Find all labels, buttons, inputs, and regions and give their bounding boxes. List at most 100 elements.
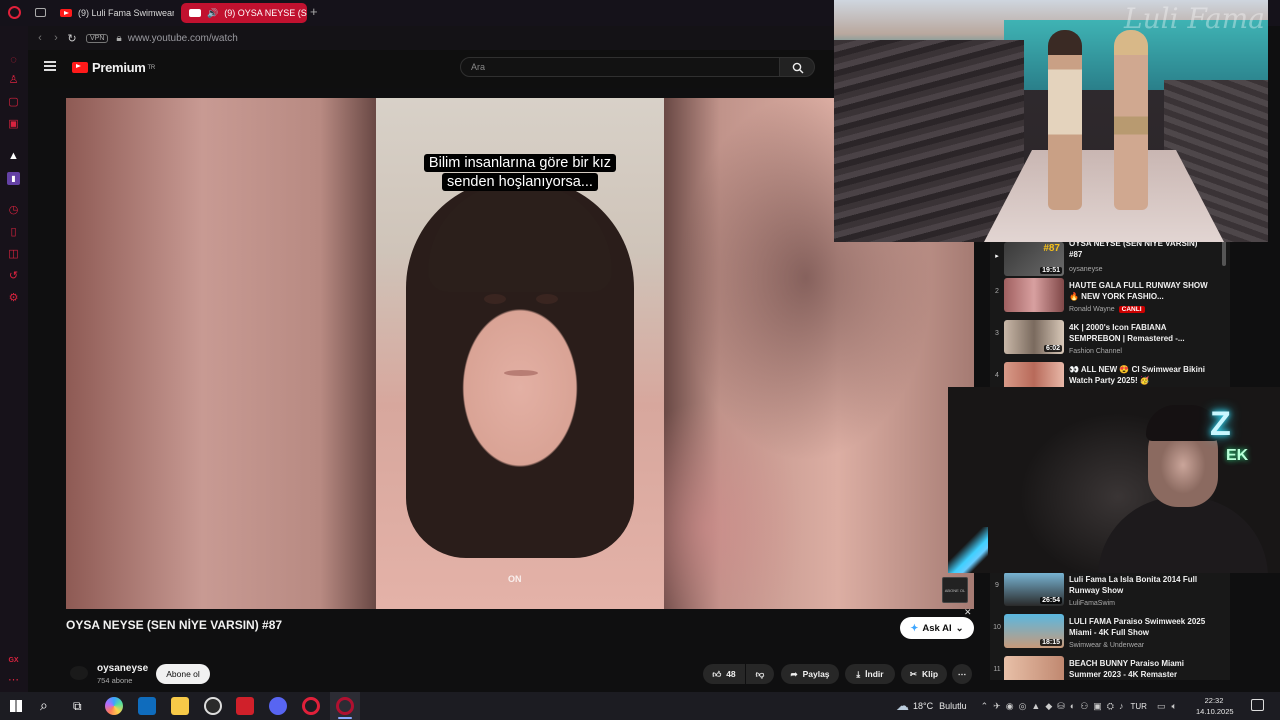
playlist-item-title: LULI FAMA Paraiso Swimweek 2025 Miami - … [1069, 617, 1206, 637]
tab-luli-fama[interactable]: (9) Luli Fama Swimwear F [52, 3, 174, 23]
video-editor-icon[interactable] [236, 697, 254, 715]
runway-video-overlay: Luli Fama [834, 0, 1268, 242]
weather-temp[interactable]: 18°C [913, 701, 933, 711]
gx-icon[interactable]: GX [7, 654, 20, 667]
playlist-scrollbar[interactable] [1222, 240, 1226, 266]
tab-label: (9) Luli Fama Swimwear F [78, 8, 174, 18]
search-icon[interactable]: ⌕ [40, 697, 48, 714]
messenger-icon[interactable]: ▢ [7, 96, 20, 109]
opera-gx-icon[interactable] [336, 697, 354, 715]
video-frame: Bilim insanlarına göre bir kız senden ho… [376, 98, 664, 609]
twitch-icon[interactable]: ▮ [7, 172, 20, 185]
opera-sidebar: ◌ ♙ ▢ ▣ ▲ ▮ ◷ ▯ ◫ ↺ ⚙ GX ⋯ [0, 26, 28, 692]
windows-start-icon[interactable] [10, 700, 22, 712]
ask-ai-button[interactable]: ✦ Ask AI ⌄ [900, 617, 974, 639]
subscribe-watermark[interactable]: ABONE OL [942, 577, 968, 603]
youtube-premium-logo[interactable]: Premium TR [72, 60, 155, 75]
workspaces-icon[interactable]: ♙ [7, 74, 20, 87]
subscribe-button[interactable]: Abone ol [156, 664, 210, 684]
search-input[interactable]: Ara [460, 57, 780, 77]
downloads-icon[interactable]: ↺ [7, 270, 20, 283]
bookmark-icon[interactable]: ▯ [7, 226, 20, 239]
url-text[interactable]: www.youtube.com/watch [128, 33, 238, 44]
webcam-overlay: Z EK [948, 387, 1280, 573]
tab-oysa-neyse-active[interactable]: 🔊 (9) OYSA NEYSE (SEN [181, 3, 307, 23]
duration: 26:54 [1040, 597, 1062, 604]
duration: 19:51 [1040, 267, 1062, 274]
menu-icon[interactable] [44, 61, 56, 71]
tab-label: (9) OYSA NEYSE (SEN [224, 8, 307, 18]
outlook-icon[interactable] [138, 697, 156, 715]
share-label: Paylaş [802, 669, 830, 679]
neon-sign-lower: EK [1226, 447, 1249, 464]
playlist-index: 11 [993, 666, 1001, 673]
notification-icon[interactable] [1251, 699, 1264, 711]
task-view-icon[interactable]: ⧉ [73, 699, 82, 714]
sparkle-icon: ✦ [910, 622, 919, 634]
reload-icon[interactable]: ↻ [64, 32, 80, 45]
playlist-item[interactable]: 10 18:15 LULI FAMA Paraiso Swimweek 2025… [990, 614, 1226, 654]
lock-icon[interactable]: 🔒︎ [116, 33, 121, 44]
settings-icon[interactable]: ⚙ [7, 292, 20, 305]
new-tab-button[interactable]: + [310, 4, 318, 19]
instagram-icon[interactable]: ▣ [7, 118, 20, 131]
obs-icon[interactable] [204, 697, 222, 715]
vpn-badge[interactable]: VPN [86, 33, 109, 43]
youtube-logo-icon [72, 62, 88, 73]
search-button[interactable] [779, 57, 815, 77]
history-icon[interactable]: ◷ [7, 204, 20, 217]
ai-sidebar-icon[interactable]: ◌ [7, 54, 20, 67]
playlist-thumbnail: #87 19:51 [1004, 242, 1064, 276]
chevron-down-icon: ⌄ [955, 622, 964, 634]
volume-icon[interactable]: 🔈︎ [1171, 701, 1176, 712]
share-icon: ➦ [790, 668, 798, 679]
cloud-icon[interactable]: ☁ [896, 698, 909, 714]
tab-overview-icon[interactable] [35, 8, 46, 17]
discord-icon[interactable] [269, 697, 287, 715]
playlist-index: 2 [995, 288, 999, 295]
pinboard-icon[interactable]: ◫ [7, 248, 20, 261]
dislike-button[interactable]: 👎︎ [746, 664, 774, 684]
playlist-item[interactable]: 2 HAUTE GALA FULL RUNWAY SHOW 🔥 NEW YORK… [990, 278, 1226, 318]
runway-watermark: Luli Fama [1124, 2, 1265, 35]
scissors-icon: ✂ [909, 668, 918, 679]
playlist-index: 10 [993, 624, 1001, 631]
speaker-icon[interactable]: 🔊 [207, 8, 218, 19]
clip-button[interactable]: ✂ Klip [901, 664, 947, 684]
playlist-item[interactable]: 3 6:02 4K | 2000's Icon FABIANA SEMPREBO… [990, 320, 1226, 360]
playlist-item[interactable]: 11 BEACH BUNNY Paraiso Miami Summer 2023… [990, 656, 1226, 680]
download-icon: ⤓ [856, 668, 861, 679]
channel-avatar[interactable] [70, 666, 88, 680]
playlist-item[interactable]: ▸ #87 19:51 OYSA NEYSE (SEN NİYE VARSIN)… [990, 240, 1226, 282]
copilot-icon[interactable] [105, 697, 123, 715]
video-watermark: ON [508, 574, 522, 584]
like-button[interactable]: 👍︎ 48 [703, 664, 745, 684]
playlist-index: 4 [995, 372, 999, 379]
video-caption: Bilim insanlarına göre bir kız senden ho… [406, 154, 634, 192]
back-icon[interactable]: ‹ [32, 32, 48, 44]
tray-icons[interactable]: ⌃✈◉◎▲◆⛁◐⚇▣⛭♪ [981, 701, 1129, 712]
share-button[interactable]: ➦ Paylaş [781, 664, 839, 684]
aria-icon[interactable]: ▲ [7, 150, 20, 163]
more-icon[interactable]: ⋯ [7, 674, 20, 687]
opera-logo-icon[interactable] [8, 6, 21, 19]
weather-desc[interactable]: Bulutlu [939, 701, 967, 711]
input-language[interactable]: TUR [1131, 702, 1147, 711]
clock-date: 14.10.2025 [1196, 707, 1234, 716]
channel-name[interactable]: oysaneyse [97, 663, 148, 674]
playlist-item[interactable]: 9 26:54 Luli Fama La Isla Bonita 2014 Fu… [990, 572, 1226, 612]
caption-line-2: senden hoşlanıyorsa... [442, 173, 598, 191]
ask-ai-label: Ask AI [922, 622, 952, 634]
taskbar-clock[interactable]: 22:32 14.10.2025 [1196, 695, 1234, 717]
duration: 18:15 [1040, 639, 1062, 646]
playlist-item-channel: Swimwear & Underwear [1069, 642, 1145, 649]
download-button[interactable]: ⤓ İndir [845, 664, 895, 684]
file-explorer-icon[interactable] [171, 697, 189, 715]
forward-icon[interactable]: › [48, 32, 64, 44]
thumbs-up-icon: 👍︎ [712, 668, 722, 679]
playlist-item-title: HAUTE GALA FULL RUNWAY SHOW 🔥 NEW YORK F… [1069, 281, 1208, 301]
more-actions-button[interactable]: ⋯ [952, 664, 972, 684]
network-icon[interactable]: ▭ [1157, 701, 1166, 712]
opera-icon[interactable] [302, 697, 320, 715]
live-badge: CANLI [1118, 306, 1145, 313]
